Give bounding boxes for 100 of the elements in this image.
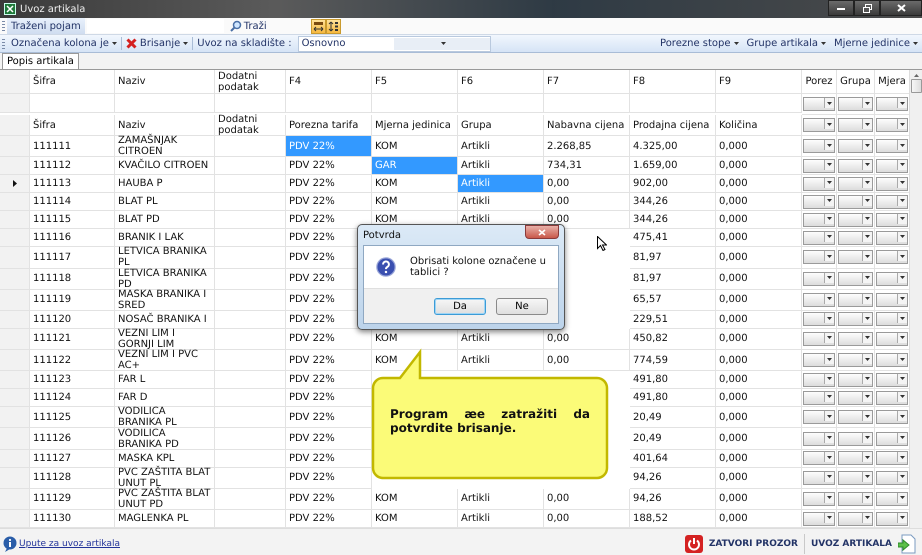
dropdown[interactable] [876, 492, 908, 506]
dropdown[interactable] [803, 272, 835, 286]
tab[interactable]: Popis artikala [2, 53, 79, 69]
menu-dropdown[interactable]: Grupe artikala [742, 36, 830, 52]
dropdown[interactable] [838, 451, 873, 466]
dropdown[interactable] [838, 158, 873, 173]
column-header[interactable]: Šifra [30, 70, 115, 94]
dropdown[interactable] [876, 250, 908, 264]
column-menu[interactable]: Označena kolona je [7, 36, 121, 52]
dropdown[interactable] [876, 512, 908, 526]
filter-cell[interactable] [30, 94, 115, 113]
autofit-button[interactable] [310, 18, 326, 34]
close-button[interactable] [880, 0, 922, 16]
filter-cell[interactable] [458, 94, 544, 113]
dropdown[interactable] [803, 118, 835, 132]
close-window-button[interactable]: ZATVORI PROZOR [678, 531, 804, 555]
dropdown[interactable] [803, 512, 835, 526]
dropdown[interactable] [838, 272, 873, 286]
dropdown[interactable] [876, 118, 908, 132]
dropdown[interactable] [876, 410, 908, 424]
dropdown[interactable] [803, 212, 835, 227]
dropdown[interactable] [803, 332, 835, 346]
dropdown[interactable] [876, 272, 908, 286]
dropdown[interactable] [803, 139, 835, 154]
dropdown[interactable] [838, 292, 873, 307]
column-header[interactable]: Dodatni podatak [215, 70, 286, 94]
dropdown[interactable] [803, 470, 835, 485]
dropdown[interactable] [876, 158, 908, 173]
filter-cell[interactable] [630, 94, 716, 113]
restore-button[interactable] [854, 0, 880, 16]
dialog-button[interactable]: Da [434, 298, 486, 314]
column-header[interactable]: F8 [630, 70, 716, 94]
dropdown[interactable] [876, 372, 908, 387]
dropdown[interactable] [838, 332, 873, 346]
dropdown[interactable] [838, 118, 873, 132]
dropdown[interactable] [838, 470, 873, 485]
dropdown[interactable] [838, 139, 873, 154]
dropdown[interactable] [838, 176, 873, 191]
menu-dropdown[interactable]: Mjerne jedinice [830, 36, 922, 52]
import-button[interactable]: UVOZ ARTIKALA [804, 531, 922, 555]
dropdown[interactable] [838, 212, 873, 227]
filter-cell[interactable] [215, 94, 286, 113]
filter-cell[interactable] [286, 94, 372, 113]
column-header[interactable]: F9 [716, 70, 802, 94]
dropdown[interactable] [803, 372, 835, 387]
column-header[interactable]: Grupa [837, 70, 875, 94]
column-header[interactable]: Naziv [115, 70, 215, 94]
search-field[interactable] [86, 19, 224, 33]
dropdown[interactable] [838, 390, 873, 405]
scrollbar[interactable] [909, 70, 922, 528]
dropdown[interactable] [838, 230, 873, 245]
dropdown[interactable] [876, 451, 908, 466]
dropdown[interactable] [803, 250, 835, 264]
dropdown[interactable] [803, 312, 835, 326]
close-button[interactable] [525, 225, 559, 239]
dropdown[interactable] [803, 292, 835, 307]
dropdown[interactable] [803, 390, 835, 405]
dropdown[interactable] [803, 230, 835, 245]
dropdown[interactable] [803, 492, 835, 506]
dropdown[interactable] [838, 410, 873, 424]
filter-cell[interactable] [716, 94, 802, 113]
dropdown[interactable] [876, 139, 908, 154]
column-header[interactable]: F7 [544, 70, 630, 94]
dropdown[interactable] [803, 353, 835, 368]
dropdown[interactable] [876, 292, 908, 307]
dropdown[interactable] [876, 212, 908, 227]
minimize-button[interactable] [828, 0, 854, 16]
dropdown[interactable] [876, 230, 908, 245]
dropdown[interactable] [838, 492, 873, 506]
dropdown[interactable] [803, 410, 835, 424]
dropdown[interactable] [838, 353, 873, 368]
scroll-thumb[interactable] [910, 79, 922, 93]
dropdown[interactable] [876, 432, 908, 446]
dropdown[interactable] [838, 432, 873, 446]
dropdown[interactable] [838, 250, 873, 264]
dropdown[interactable] [803, 432, 835, 446]
menu-dropdown[interactable]: Porezne stope [656, 36, 743, 52]
dropdown[interactable] [876, 97, 908, 111]
help-link[interactable]: Upute za uvoz artikala [19, 539, 120, 549]
dialog-button[interactable]: Ne [496, 298, 548, 314]
row-header[interactable] [0, 175, 30, 194]
column-header[interactable]: F4 [286, 70, 372, 94]
dropdown[interactable] [803, 194, 835, 209]
dropdown[interactable] [876, 194, 908, 209]
filter-cell[interactable] [115, 94, 215, 113]
dropdown[interactable] [838, 194, 873, 209]
dropdown[interactable] [876, 312, 908, 326]
dropdown[interactable] [803, 97, 835, 111]
dropdown[interactable] [803, 158, 835, 173]
search-button[interactable]: Traži [226, 18, 281, 34]
dropdown[interactable] [838, 372, 873, 387]
warehouse-combo[interactable]: Osnovno [298, 36, 491, 52]
sort-button[interactable] [326, 18, 341, 34]
dropdown[interactable] [838, 97, 873, 111]
filter-cell[interactable] [372, 94, 458, 113]
dropdown[interactable] [803, 451, 835, 466]
filter-cell[interactable] [544, 94, 630, 113]
dropdown[interactable] [838, 512, 873, 526]
column-header[interactable]: F6 [458, 70, 544, 94]
column-header[interactable]: F5 [372, 70, 458, 94]
